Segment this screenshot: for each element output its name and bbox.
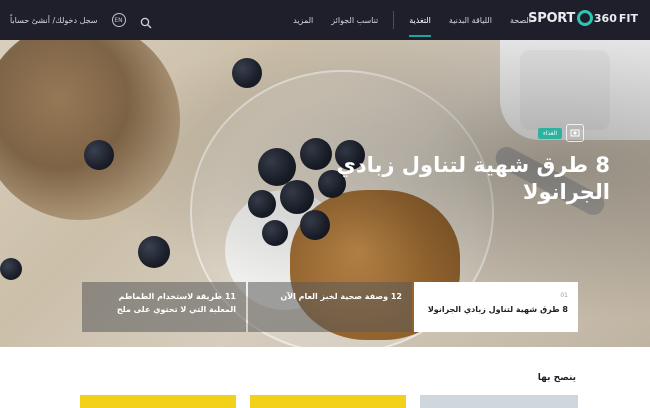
menu-divider [393, 11, 395, 29]
menu-item-more[interactable]: المزيد [284, 16, 322, 25]
article-card-title: 11 طريقة لاستخدام الطماطم المعلبة التي ل… [116, 292, 236, 314]
menu-item-awards[interactable]: تناسب الجوائز [322, 16, 387, 25]
category-badge[interactable]: الغذاء [537, 128, 562, 139]
top-navbar: SPORT 360 FIT الصحة اللياقة البدنية التغ… [0, 0, 650, 40]
recommended-card-image[interactable] [80, 395, 236, 408]
search-icon[interactable] [140, 14, 152, 29]
article-card[interactable]: 11 طريقة لاستخدام الطماطم المعلبة التي ل… [82, 282, 246, 332]
article-card[interactable]: 12 وصفة صحية لخبز العام الآن [248, 282, 412, 332]
article-card-title: 12 وصفة صحية لخبز العام الآن [280, 292, 402, 301]
menu-item-health[interactable]: الصحة [501, 16, 540, 25]
category-gallery-icon [566, 124, 584, 142]
article-card-number: 01 [560, 292, 568, 299]
recommended-card-image[interactable] [250, 395, 406, 408]
language-toggle[interactable]: EN [111, 13, 126, 27]
menu-item-nutrition[interactable]: التغذية [400, 16, 440, 37]
logo-text-360: 360 [593, 11, 617, 25]
article-card[interactable]: 01 8 طرق شهية لتناول زبادي الجرانولا [414, 282, 578, 332]
section-title: ينصح بها [537, 373, 576, 383]
hero-article-cards: 01 8 طرق شهية لتناول زبادي الجرانولا 12 … [80, 282, 578, 332]
main-menu: الصحة اللياقة البدنية التغذية تناسب الجو… [284, 0, 540, 40]
logo-text-fit: FIT [618, 11, 638, 25]
menu-item-fitness[interactable]: اللياقة البدنية [440, 16, 501, 25]
recommended-card-image[interactable] [420, 395, 578, 408]
hero-headline[interactable]: 8 طرق شهية لتناول زبادي الجرانولا [330, 152, 610, 206]
article-card-title: 8 طرق شهية لتناول زبادي الجرانولا [427, 305, 568, 314]
logo-ring-icon [576, 10, 593, 26]
login-link[interactable]: سجل دخولك/ أنشئ حساباً [10, 16, 98, 25]
site-logo[interactable]: SPORT 360 FIT [528, 10, 638, 26]
nav-tools: سجل دخولك/ أنشئ حساباً EN [10, 0, 152, 40]
